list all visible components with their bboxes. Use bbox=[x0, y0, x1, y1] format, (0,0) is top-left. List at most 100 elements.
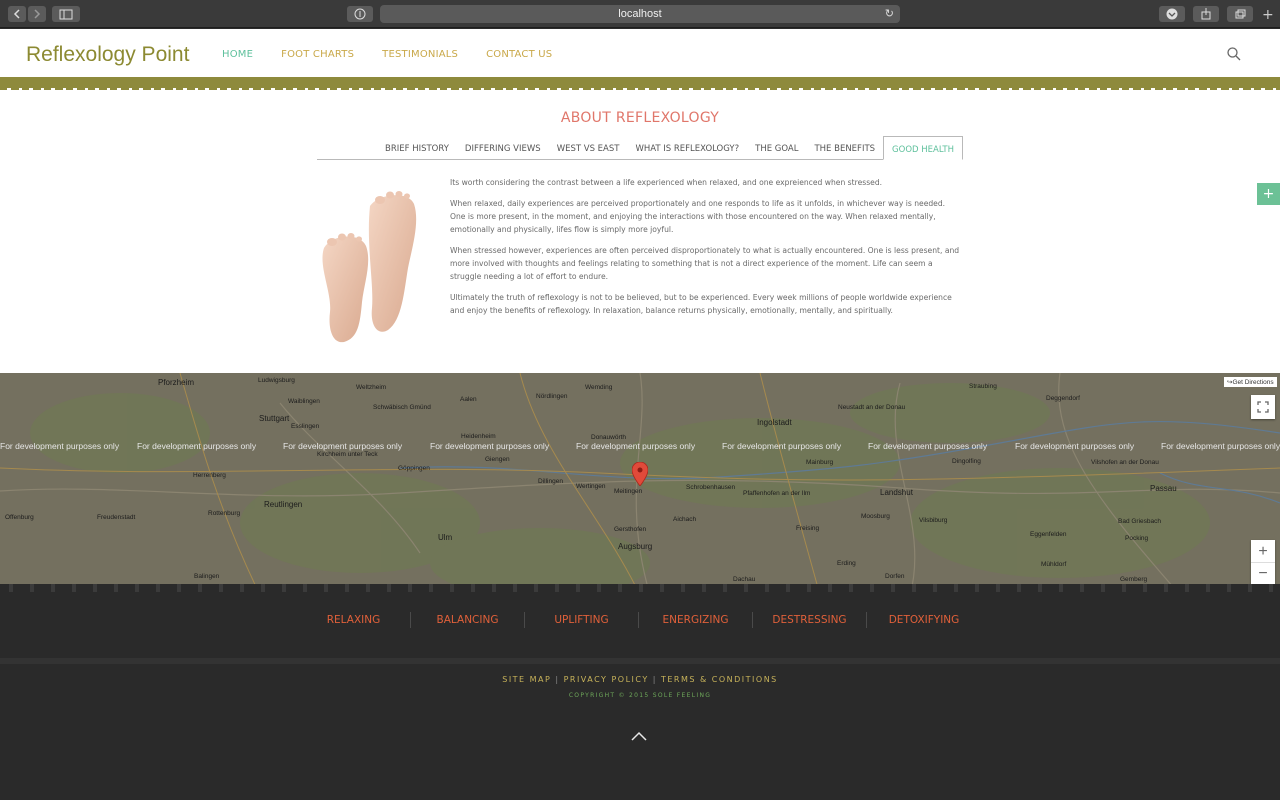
map-city-label: Esslingen bbox=[291, 423, 320, 430]
nav-home[interactable]: HOME bbox=[222, 49, 253, 60]
paragraph: Its worth considering the contrast betwe… bbox=[450, 178, 883, 187]
benefit-balancing[interactable]: BALANCING bbox=[411, 612, 525, 628]
forward-button[interactable] bbox=[28, 6, 46, 22]
map-city-label: Reutlingen bbox=[264, 500, 303, 509]
dev-watermark: For development purposes only bbox=[1015, 441, 1135, 451]
footer-divider bbox=[0, 658, 1280, 664]
zoom-in-button[interactable]: + bbox=[1251, 540, 1275, 563]
benefit-uplifting[interactable]: UPLIFTING bbox=[525, 612, 639, 628]
privacy-policy-link[interactable]: PRIVACY POLICY bbox=[564, 675, 649, 684]
benefit-destressing[interactable]: DESTRESSING bbox=[753, 612, 867, 628]
zoom-out-button[interactable]: − bbox=[1251, 563, 1275, 586]
tab-the-benefits[interactable]: THE BENEFITS bbox=[806, 136, 883, 160]
map-marker-icon[interactable] bbox=[632, 462, 648, 486]
google-map[interactable]: Pforzheim Ludwigsburg Weltzheim Stuttgar… bbox=[0, 373, 1280, 595]
map-city-label: Eggenfelden bbox=[1030, 531, 1067, 538]
map-city-label: Offenburg bbox=[5, 514, 34, 521]
map-city-label: Vilshofen an der Donau bbox=[1091, 459, 1159, 466]
paragraph: Ultimately the truth of reflexology is n… bbox=[450, 293, 952, 315]
benefit-relaxing[interactable]: RELAXING bbox=[297, 612, 411, 628]
map-city-label: Heidenheim bbox=[461, 433, 496, 440]
map-city-label: Vilsbiburg bbox=[919, 517, 948, 524]
map-city-label: Meitingen bbox=[614, 488, 643, 495]
map-city-label: Bad Griesbach bbox=[1118, 518, 1161, 525]
about-section: ABOUT REFLEXOLOGY BRIEF HISTORY DIFFERIN… bbox=[0, 90, 1280, 373]
map-city-label: Mainburg bbox=[806, 459, 834, 466]
map-city-label: Dingolfing bbox=[952, 458, 981, 465]
map-city-label: Wemding bbox=[585, 384, 613, 391]
dev-watermark: For development purposes only bbox=[0, 441, 120, 451]
benefits-bar: RELAXING BALANCING UPLIFTING ENERGIZING … bbox=[297, 612, 981, 628]
get-directions-link[interactable]: ↪Get Directions bbox=[1224, 377, 1277, 387]
map-city-label: Dillingen bbox=[538, 478, 563, 485]
map-city-label: Erding bbox=[837, 560, 856, 567]
tab-the-goal[interactable]: THE GOAL bbox=[747, 136, 806, 160]
map-city-label: Mühldorf bbox=[1041, 561, 1067, 568]
dev-watermark: For development purposes only bbox=[722, 441, 842, 451]
map-city-label: Weltzheim bbox=[356, 384, 387, 391]
dev-watermark: For development purposes only bbox=[576, 441, 696, 451]
map-city-label: Pocking bbox=[1125, 535, 1149, 542]
search-icon[interactable] bbox=[1226, 46, 1242, 62]
map-city-label: Landshut bbox=[880, 488, 913, 497]
site-map-link[interactable]: SITE MAP bbox=[502, 675, 551, 684]
map-city-label: Donauwörth bbox=[591, 434, 627, 441]
reader-button[interactable] bbox=[347, 6, 373, 22]
paragraph: When stressed however, experiences are o… bbox=[450, 246, 960, 281]
benefit-detoxifying[interactable]: DETOXIFYING bbox=[867, 612, 981, 628]
link-separator: | bbox=[555, 675, 560, 684]
new-tab-button[interactable]: + bbox=[1262, 8, 1274, 22]
map-city-label: Freising bbox=[796, 525, 820, 532]
tab-differing-views[interactable]: DIFFERING VIEWS bbox=[457, 136, 549, 160]
tab-what-is-reflexology[interactable]: WHAT IS REFLEXOLOGY? bbox=[627, 136, 747, 160]
back-to-top-icon[interactable] bbox=[630, 730, 648, 742]
map-city-label: Gersthofen bbox=[614, 526, 647, 533]
nav-contact-us[interactable]: CONTACT US bbox=[486, 49, 552, 60]
nav-testimonials[interactable]: TESTIMONIALS bbox=[382, 49, 458, 60]
footer-edge bbox=[0, 584, 1280, 592]
address-bar[interactable]: localhost ↻ bbox=[380, 5, 900, 23]
terms-link[interactable]: TERMS & CONDITIONS bbox=[661, 675, 778, 684]
map-city-label: Deggendorf bbox=[1046, 395, 1080, 402]
link-separator: | bbox=[652, 675, 657, 684]
nav-foot-charts[interactable]: FOOT CHARTS bbox=[281, 49, 354, 60]
site-header: Reflexology Point HOME FOOT CHARTS TESTI… bbox=[0, 29, 1280, 79]
privacy-icon bbox=[354, 8, 366, 20]
map-city-label: Aalen bbox=[460, 396, 477, 403]
back-button[interactable] bbox=[8, 6, 26, 22]
map-city-label: Ulm bbox=[438, 533, 453, 542]
benefit-energizing[interactable]: ENERGIZING bbox=[639, 612, 753, 628]
tab-good-health[interactable]: GOOD HEALTH bbox=[883, 136, 963, 160]
map-city-label: Giengen bbox=[485, 456, 510, 463]
reload-icon[interactable]: ↻ bbox=[885, 5, 894, 23]
browser-toolbar: localhost ↻ + bbox=[0, 0, 1280, 28]
copyright: COPYRIGHT © 2015 SOLE FEELING bbox=[568, 692, 712, 699]
side-plus-button[interactable]: + bbox=[1257, 183, 1280, 205]
map-city-label: Dorfen bbox=[885, 573, 905, 580]
header-divider bbox=[0, 77, 1280, 92]
map-city-label: Balingen bbox=[194, 573, 220, 580]
tab-west-vs-east[interactable]: WEST VS EAST bbox=[549, 136, 628, 160]
sidebar-toggle-button[interactable] bbox=[52, 6, 80, 22]
map-watermarks: For development purposes only For develo… bbox=[0, 441, 1280, 453]
map-city-label: Pfaffenhofen an der Ilm bbox=[743, 490, 811, 497]
site-logo[interactable]: Reflexology Point bbox=[26, 43, 189, 67]
map-city-label: Rottenburg bbox=[208, 510, 241, 517]
map-city-label: Göppingen bbox=[398, 465, 430, 472]
dev-watermark: For development purposes only bbox=[430, 441, 550, 451]
fullscreen-button[interactable] bbox=[1251, 395, 1275, 419]
main-nav: HOME FOOT CHARTS TESTIMONIALS CONTACT US bbox=[222, 49, 580, 60]
map-city-label: Schwäbisch Gmünd bbox=[373, 404, 431, 411]
fullscreen-icon bbox=[1257, 401, 1269, 413]
map-city-label: Schrobenhausen bbox=[686, 484, 736, 491]
download-icon bbox=[1166, 8, 1178, 20]
tabs-button[interactable] bbox=[1227, 6, 1253, 22]
downloads-button[interactable] bbox=[1159, 6, 1185, 22]
url-text: localhost bbox=[618, 8, 662, 20]
about-tabs: BRIEF HISTORY DIFFERING VIEWS WEST VS EA… bbox=[317, 136, 963, 160]
about-text: Its worth considering the contrast betwe… bbox=[450, 176, 962, 325]
tab-brief-history[interactable]: BRIEF HISTORY bbox=[377, 136, 457, 160]
share-button[interactable] bbox=[1193, 6, 1219, 22]
section-title: ABOUT REFLEXOLOGY bbox=[560, 110, 720, 126]
map-city-label: Augsburg bbox=[618, 542, 653, 551]
